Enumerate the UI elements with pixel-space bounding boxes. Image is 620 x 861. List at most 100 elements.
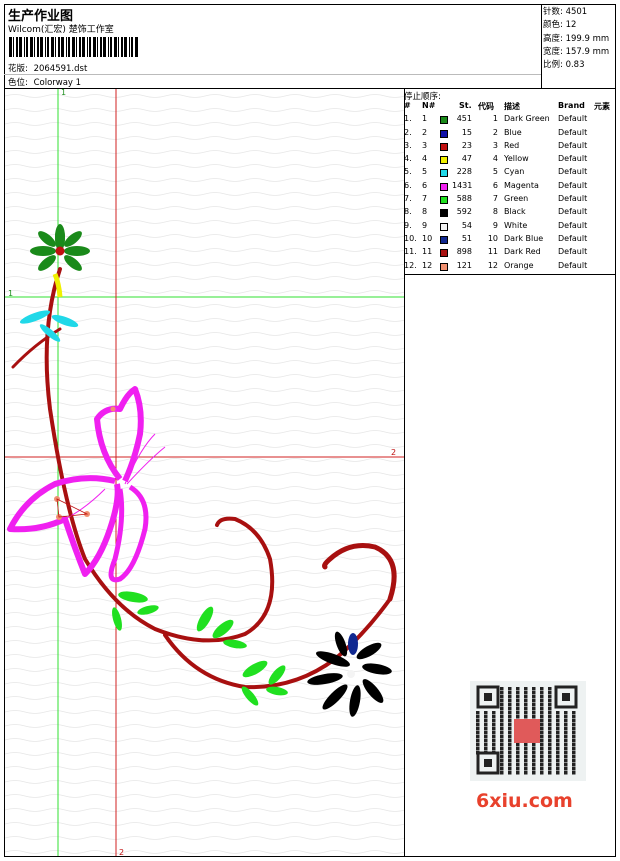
row-brand: Default xyxy=(558,180,588,190)
row-stitches: 898 xyxy=(456,247,472,257)
axis-label-green-top: 1 xyxy=(61,88,67,97)
stat-height: 高度: 199.9 mm xyxy=(543,33,610,44)
row-code: 4 xyxy=(492,154,498,164)
color-swatch xyxy=(440,222,448,231)
fabric-texture xyxy=(5,89,404,856)
colorway-label: 色位: xyxy=(8,78,28,88)
row-desc: Green xyxy=(504,194,529,204)
color-swatch xyxy=(440,156,448,165)
stats-divider xyxy=(541,4,542,88)
row-needle: 2 xyxy=(422,127,428,137)
col-element: 元素 xyxy=(594,102,610,111)
row-desc: Dark Green xyxy=(504,114,550,124)
row-index: 12. xyxy=(404,260,417,270)
row-code: 9 xyxy=(492,220,498,230)
row-stitches: 121 xyxy=(456,260,472,270)
row-code: 12 xyxy=(487,260,498,270)
stats-panel: 针数: 4501 颜色: 12 高度: 199.9 mm 宽度: 157.9 m… xyxy=(543,6,609,72)
table-row: 7. 7 588 7 Green Default xyxy=(402,194,616,207)
color-swatch xyxy=(440,209,448,218)
row-stitches: 588 xyxy=(456,194,472,204)
row-index: 9. xyxy=(404,220,412,230)
row-code: 11 xyxy=(487,247,498,257)
qr-code-icon xyxy=(470,681,586,781)
embroidery-design xyxy=(5,89,404,856)
row-needle: 4 xyxy=(422,154,428,164)
row-brand: Default xyxy=(558,140,588,150)
table-bottom-divider xyxy=(404,274,616,275)
row-brand: Default xyxy=(558,247,588,257)
row-stitches: 51 xyxy=(461,233,472,243)
pattern-line: 花版: 2064591.dst xyxy=(8,62,87,74)
col-brand: Brand xyxy=(558,101,585,110)
row-index: 10. xyxy=(404,233,417,243)
color-swatch xyxy=(440,235,448,244)
row-index: 5. xyxy=(404,167,412,177)
row-brand: Default xyxy=(558,260,588,270)
axis-label-red-right: 2 xyxy=(391,448,397,457)
row-desc: White xyxy=(504,220,528,230)
row-brand: Default xyxy=(558,233,588,243)
row-index: 7. xyxy=(404,194,412,204)
row-index: 2. xyxy=(404,127,412,137)
row-index: 6. xyxy=(404,180,412,190)
table-row: 2. 2 15 2 Blue Default xyxy=(402,128,616,141)
row-needle: 12 xyxy=(422,260,433,270)
color-swatch xyxy=(440,249,448,258)
stat-colors: 颜色: 12 xyxy=(543,20,577,31)
row-stitches: 54 xyxy=(461,220,472,230)
row-needle: 11 xyxy=(422,247,433,257)
row-needle: 1 xyxy=(422,114,428,124)
pattern-value: 2064591.dst xyxy=(33,64,88,74)
table-row: 3. 3 23 3 Red Default xyxy=(402,141,616,154)
row-brand: Default xyxy=(558,194,588,204)
row-needle: 5 xyxy=(422,167,428,177)
row-code: 3 xyxy=(492,140,498,150)
col-index: # xyxy=(404,101,411,110)
row-code: 2 xyxy=(492,127,498,137)
row-needle: 3 xyxy=(422,140,428,150)
studio-name: Wilcom(汇宏) 楚饰工作室 xyxy=(8,25,114,35)
color-swatch xyxy=(440,196,448,205)
row-desc: Dark Red xyxy=(504,247,541,257)
meta-divider xyxy=(4,74,541,75)
table-header: # N# St. 代码 描述 Brand 元素 xyxy=(402,101,616,114)
row-needle: 8 xyxy=(422,207,428,217)
white-center xyxy=(347,670,355,678)
row-brand: Default xyxy=(558,207,588,217)
pattern-label: 花版: xyxy=(8,64,28,74)
row-stitches: 592 xyxy=(456,207,472,217)
table-row: 8. 8 592 8 Black Default xyxy=(402,207,616,220)
stat-width: 宽度: 157.9 mm xyxy=(543,46,610,57)
col-stitches: St. xyxy=(459,101,472,110)
row-index: 1. xyxy=(404,114,412,124)
row-needle: 9 xyxy=(422,220,428,230)
axis-label-green-left: 1 xyxy=(8,289,14,298)
row-desc: Blue xyxy=(504,127,522,137)
row-needle: 7 xyxy=(422,194,428,204)
row-code: 7 xyxy=(492,194,498,204)
row-code: 6 xyxy=(492,180,498,190)
table-row: 1. 1 451 1 Dark Green Default xyxy=(402,114,616,127)
seal-icon xyxy=(514,719,540,743)
table-row: 5. 5 228 5 Cyan Default xyxy=(402,167,616,180)
row-code: 10 xyxy=(487,233,498,243)
row-brand: Default xyxy=(558,127,588,137)
row-stitches: 228 xyxy=(456,167,472,177)
row-brand: Default xyxy=(558,114,588,124)
row-stitches: 15 xyxy=(461,127,472,137)
row-stitches: 23 xyxy=(461,140,472,150)
col-desc: 描述 xyxy=(504,102,520,111)
row-brand: Default xyxy=(558,167,588,177)
table-row: 10. 10 51 10 Dark Blue Default xyxy=(402,234,616,247)
row-desc: Black xyxy=(504,207,526,217)
table-row: 4. 4 47 4 Yellow Default xyxy=(402,154,616,167)
stop-sequence-table: # N# St. 代码 描述 Brand 元素 1. 1 4 5 1 1 Dark Gree… xyxy=(402,101,616,274)
colorway-line: 色位: Colorway 1 xyxy=(8,76,81,88)
stat-scale: 比例: 0.83 xyxy=(543,60,585,71)
colorway-value: Colorway 1 xyxy=(33,78,82,88)
color-swatch xyxy=(440,169,448,178)
axis-label-red-bottom: 2 xyxy=(119,848,125,857)
row-needle: 6 xyxy=(422,180,428,190)
row-desc: Red xyxy=(504,140,520,150)
